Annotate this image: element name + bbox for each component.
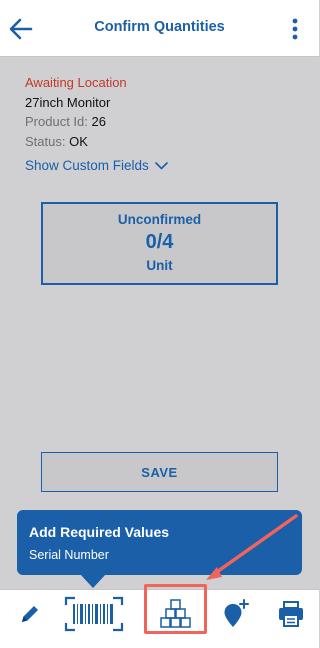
quantity-card[interactable]: Unconfirmed 0/4 Unit: [41, 202, 278, 285]
quantity-value: 0/4: [145, 231, 174, 253]
status-label: Status:: [25, 133, 66, 149]
tab-highlight-box: [144, 584, 207, 634]
barcode-scan-icon: [64, 596, 124, 632]
product-name: 27inch Monitor: [25, 94, 111, 110]
app-header: Confirm Quantities: [0, 0, 319, 57]
item-info: Awaiting Location 27inch Monitor Product…: [25, 73, 127, 151]
tab-add-location[interactable]: [218, 590, 254, 638]
product-id-label: Product Id:: [25, 114, 88, 129]
quantity-unit: Unit: [146, 258, 173, 273]
more-vertical-icon: [292, 18, 298, 40]
show-custom-fields-toggle[interactable]: Show Custom Fields: [25, 158, 168, 173]
arrow-left-icon: [9, 18, 33, 40]
chevron-down-icon: [154, 161, 168, 169]
tab-edit[interactable]: [10, 590, 50, 638]
quantity-status-label: Unconfirmed: [117, 212, 202, 227]
tooltip-title: Add Required Values: [29, 524, 170, 540]
status-value: OK: [69, 133, 88, 149]
tab-print[interactable]: [273, 590, 309, 638]
tooltip-pointer: [80, 574, 106, 588]
location-status: Awaiting Location: [25, 75, 127, 90]
save-button[interactable]: SAVE: [41, 452, 278, 492]
status-row: Status: OK: [25, 132, 127, 152]
show-custom-fields-label: Show Custom Fields: [25, 158, 149, 173]
pencil-icon: [22, 606, 38, 622]
page-title: Confirm Quantities: [94, 19, 225, 35]
required-values-tooltip[interactable]: Add Required Values Serial Number: [17, 510, 302, 575]
more-menu-button[interactable]: [289, 16, 301, 42]
tab-scan[interactable]: [63, 590, 125, 638]
back-button[interactable]: [6, 14, 36, 44]
product-id-row: Product Id: 26: [25, 112, 127, 132]
add-location-icon: [224, 599, 249, 627]
tooltip-subtitle: Serial Number: [29, 548, 109, 562]
product-id-value: 26: [91, 114, 106, 129]
printer-icon: [279, 601, 303, 627]
